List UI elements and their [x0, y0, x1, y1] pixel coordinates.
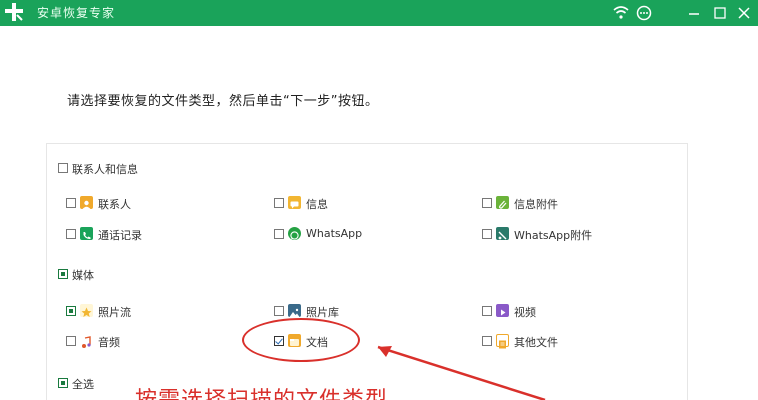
annotation-text: 按需选择扫描的文件类型 — [135, 382, 388, 400]
annotation-arrow — [377, 345, 546, 400]
